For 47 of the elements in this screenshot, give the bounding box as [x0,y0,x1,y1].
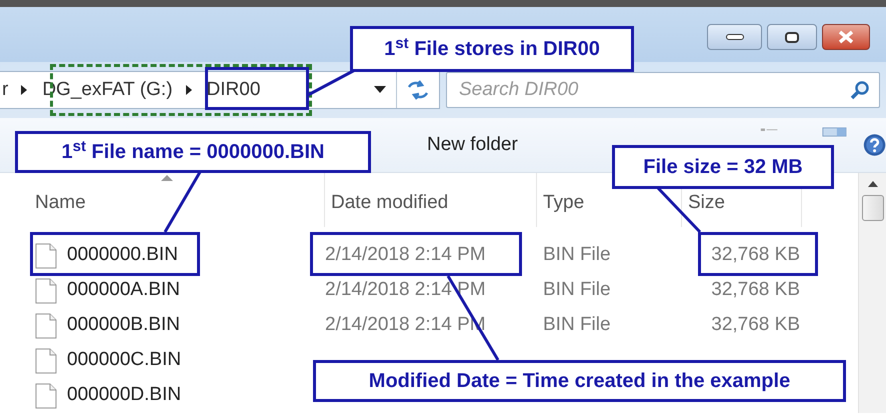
callout: File size = 32 MB [612,145,834,189]
close-button[interactable] [822,24,870,50]
column-header[interactable]: Type [543,188,584,218]
preview-pane-icon[interactable] [822,126,847,138]
file-name[interactable]: 0000000.BIN [67,241,178,270]
breadcrumb[interactable]: DIR00 [206,76,260,104]
callout: 1$^{st}$ File name = 0000000.BIN [15,131,371,173]
leader-line [307,68,356,96]
search-icon[interactable] [850,80,870,100]
scrollbar[interactable] [858,173,886,413]
callout: 1$^{st}$ File stores in DIR00 [350,26,634,72]
address-bar[interactable]: r DG_exFAT (G:) DIR00 [0,71,440,109]
dropdown-caret-icon[interactable] [374,86,386,94]
chevron-icon [184,85,193,95]
scroll-up-icon[interactable] [868,181,878,187]
callout: Modified Date = Time created in the example [313,360,846,402]
column-header[interactable]: Name [35,188,86,218]
size-cell-text: 32,768 KB [711,313,800,338]
leader-line [164,171,202,233]
column-header[interactable]: Date modified [331,188,448,218]
size-cell-text: 32,768 KB [711,243,800,268]
file-icon [35,312,57,338]
date-cell: 2/14/2018 2:14 PM [325,244,486,266]
file-name[interactable]: 000000B.BIN [67,311,180,340]
file-name[interactable]: 000000C.BIN [67,346,182,375]
maximize-button[interactable] [767,24,817,50]
file-icon [35,382,57,408]
file-name[interactable]: 000000A.BIN [67,276,180,305]
file-name[interactable]: 000000D.BIN [67,381,182,410]
column-header[interactable]: Size [688,188,725,218]
close-icon [838,30,854,44]
date-cell: 2/14/2018 2:14 PM [325,279,486,300]
file-icon [35,278,57,304]
new-folder-button[interactable]: New folder [425,130,520,160]
type-cell: BIN File [543,314,611,336]
chevron-icon [20,85,28,95]
search-field[interactable]: Search DIR00 [446,72,880,108]
file-icon [35,348,57,374]
file-icon [35,242,57,268]
minimize-button[interactable] [707,24,762,50]
type-cell: BIN File [543,244,611,266]
breadcrumb[interactable]: r [2,76,8,104]
scroll-thumb[interactable] [862,195,884,221]
type-cell: BIN File [543,279,611,300]
refresh-icon[interactable] [405,79,431,101]
size-cell-text: 32,768 KB [711,278,800,302]
breadcrumb[interactable]: DG_exFAT (G:) [42,76,173,104]
